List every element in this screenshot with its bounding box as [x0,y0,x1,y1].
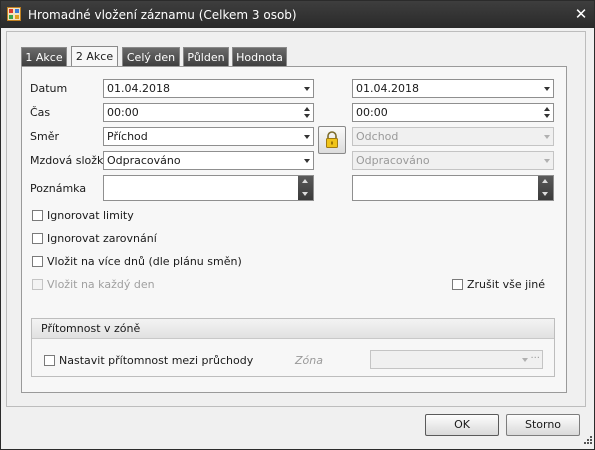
direction-from-dropdown[interactable]: Příchod [103,127,314,146]
every-day-label: Vložit na každý den [47,278,155,291]
window-title: Hromadné vložení záznamu (Celkem 3 osob) [28,8,297,22]
time-from-spinner[interactable]: 00:00 [103,103,314,122]
ignore-limits-checkbox[interactable] [32,210,43,221]
tab-pulden[interactable]: Půlden [183,47,229,66]
chevron-down-icon [544,135,550,139]
ellipsis-icon: ··· [530,353,540,364]
spin-up-icon[interactable] [544,107,550,111]
date-from-value: 01.04.2018 [107,82,170,95]
cancel-button[interactable]: Storno [506,414,580,436]
time-to-spinner[interactable]: 00:00 [352,103,554,122]
close-icon[interactable]: ✕ [573,5,589,23]
note-to-field[interactable] [352,175,554,201]
app-icon [7,7,21,21]
note-label: Poznámka [30,182,87,195]
date-to-value: 01.04.2018 [356,82,419,95]
ignore-limits-label: Ignorovat limity [47,209,134,222]
direction-from-value: Příchod [107,130,148,143]
wage-to-value: Odpracováno [356,154,430,167]
note-from-field[interactable] [103,175,314,201]
cancel-others-checkbox[interactable] [452,279,463,290]
note-to-scrollbar[interactable] [538,176,553,200]
chevron-down-icon [544,87,550,91]
zone-dropdown: ··· [370,350,543,369]
tab-hodnota[interactable]: Hodnota [232,47,287,66]
chevron-down-icon [544,159,550,163]
date-from-dropdown[interactable]: 01.04.2018 [103,79,314,98]
tab-cely-den[interactable]: Celý den [122,47,180,66]
title-bar: Hromadné vložení záznamu (Celkem 3 osob)… [1,1,594,28]
ignore-rounding-label: Ignorovat zarovnání [47,232,157,245]
zone-presence-title: Přítomnost v zóně [41,322,141,335]
ok-button[interactable]: OK [425,414,499,436]
wage-from-value: Odpracováno [107,154,181,167]
direction-to-dropdown: Odchod [352,127,554,146]
chevron-down-icon [304,87,310,91]
wage-from-dropdown[interactable]: Odpracováno [103,151,314,170]
multi-day-label: Vložit na více dnů (dle plánu směn) [47,255,242,268]
tab-1-akce[interactable]: 1 Akce [21,47,67,66]
scroll-down-icon[interactable] [542,192,548,196]
date-to-dropdown[interactable]: 01.04.2018 [352,79,554,98]
chevron-down-icon [522,358,528,362]
every-day-checkbox [32,279,43,290]
direction-label: Směr [30,130,59,143]
wage-component-label: Mzdová složka [30,154,110,167]
spin-down-icon[interactable] [544,114,550,118]
cancel-others-label: Zrušit vše jiné [467,278,545,291]
direction-to-value: Odchod [356,130,399,143]
spin-up-icon[interactable] [304,107,310,111]
date-label: Datum [30,82,68,95]
set-presence-label: Nastavit přítomnost mezi průchody [59,354,254,367]
chevron-down-icon [304,159,310,163]
zone-label: Zóna [295,354,323,367]
chevron-down-icon [304,135,310,139]
resize-grip-icon[interactable] [581,435,593,447]
scroll-down-icon[interactable] [302,192,308,196]
time-to-value: 00:00 [356,106,388,119]
zone-presence-group: Přítomnost v zóně Nastavit přítomnost me… [31,318,555,377]
set-presence-checkbox[interactable] [44,355,55,366]
lock-toggle-button[interactable] [318,126,346,154]
ignore-rounding-checkbox[interactable] [32,233,43,244]
scroll-up-icon[interactable] [542,179,548,183]
tab-2-akce[interactable]: 2 Akce [71,46,118,67]
spin-down-icon[interactable] [304,114,310,118]
zone-presence-header: Přítomnost v zóně [32,319,554,339]
scroll-up-icon[interactable] [302,179,308,183]
wage-to-dropdown: Odpracováno [352,151,554,170]
lock-icon [326,131,338,148]
dialog-window: Hromadné vložení záznamu (Celkem 3 osob)… [0,0,595,450]
time-from-value: 00:00 [107,106,139,119]
time-label: Čas [30,106,51,119]
multi-day-checkbox[interactable] [32,256,43,267]
note-from-scrollbar[interactable] [298,176,313,200]
